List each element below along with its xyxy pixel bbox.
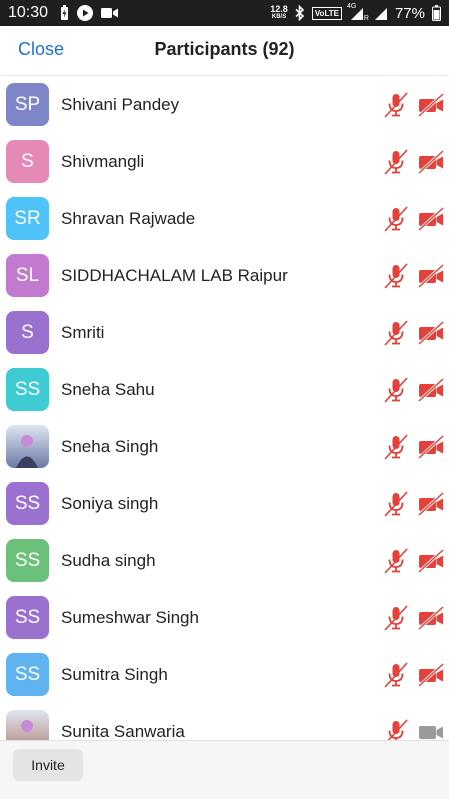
network-speed-value: 12.8 — [270, 4, 288, 14]
avatar-initials: SP — [14, 93, 41, 115]
avatar-initials: SS — [14, 492, 41, 514]
participant-name: Smriti — [61, 322, 105, 342]
participant-row[interactable]: SS Sumeshwar Singh — [0, 589, 449, 646]
mic-muted-icon[interactable] — [382, 148, 410, 176]
avatar-initials: SS — [14, 378, 41, 400]
status-bar: 10:30 12.8 KB/S VoLTE 4G R 77% — [0, 0, 449, 26]
participant-row[interactable]: Sunita Sanwaria — [0, 703, 449, 740]
participant-row[interactable]: Sneha Singh — [0, 418, 449, 475]
volte-badge: VoLTE — [311, 6, 342, 20]
roaming-label: R — [363, 15, 369, 22]
participant-row[interactable]: S Smriti — [0, 304, 449, 361]
invite-button[interactable]: Invite — [13, 749, 83, 781]
participant-row[interactable]: SR Shravan Rajwade — [0, 190, 449, 247]
mic-muted-icon[interactable] — [382, 604, 410, 632]
avatar: SS — [6, 368, 49, 411]
participant-name: Sudha singh — [61, 550, 156, 570]
avatar: SP — [6, 83, 49, 126]
mic-muted-icon[interactable] — [382, 91, 410, 119]
participant-row[interactable]: SS Sumitra Singh — [0, 646, 449, 703]
camera-off-icon[interactable] — [417, 376, 445, 404]
participant-name: Sneha Sahu — [61, 379, 155, 399]
clock: 10:30 — [8, 4, 49, 21]
avatar: SS — [6, 653, 49, 696]
participant-row[interactable]: SL SIDDHACHALAM LAB Raipur — [0, 247, 449, 304]
video-icon — [101, 7, 119, 19]
signal-icon: 4G R — [346, 3, 369, 22]
avatar — [6, 425, 49, 468]
participant-name: Sumitra Singh — [61, 664, 168, 684]
participants-list[interactable]: SP Shivani Pandey S Shivmangli SR Shravan R… — [0, 76, 449, 740]
avatar: SS — [6, 482, 49, 525]
participant-name: Shivmangli — [61, 151, 145, 171]
avatar-initials: SL — [15, 264, 40, 286]
camera-off-icon[interactable] — [417, 490, 445, 518]
mic-muted-icon[interactable] — [382, 319, 410, 347]
camera-off-icon[interactable] — [417, 91, 445, 119]
participant-name: Soniya singh — [61, 493, 159, 513]
participant-name: Sneha Singh — [61, 436, 159, 456]
camera-off-icon[interactable] — [417, 547, 445, 575]
footer-bar: Invite — [0, 740, 449, 799]
participant-row[interactable]: S Shivmangli — [0, 133, 449, 190]
participant-row[interactable]: SP Shivani Pandey — [0, 76, 449, 133]
avatar: SS — [6, 539, 49, 582]
play-icon — [77, 5, 94, 21]
battery-percentage: 77% — [394, 4, 425, 22]
avatar-initials: SS — [14, 606, 41, 628]
mic-muted-icon[interactable] — [382, 718, 410, 740]
avatar: SS — [6, 596, 49, 639]
network-speed-unit: KB/S — [271, 14, 287, 20]
camera-off-icon[interactable] — [417, 262, 445, 290]
camera-off-icon[interactable] — [417, 661, 445, 689]
participant-name: Sunita Sanwaria — [61, 721, 185, 741]
participant-name: Sumeshwar Singh — [61, 607, 199, 627]
page-title: Participants (92) — [154, 39, 295, 59]
mic-muted-icon[interactable] — [382, 433, 410, 461]
avatar-initials: SR — [14, 207, 41, 229]
participant-name: Shravan Rajwade — [61, 208, 196, 228]
participant-row[interactable]: SS Sudha singh — [0, 532, 449, 589]
avatar: SR — [6, 197, 49, 240]
participant-row[interactable]: SS Soniya singh — [0, 475, 449, 532]
avatar-initials: S — [21, 321, 34, 343]
avatar: SL — [6, 254, 49, 297]
mic-muted-icon[interactable] — [382, 661, 410, 689]
mic-muted-icon[interactable] — [382, 376, 410, 404]
camera-off-icon[interactable] — [417, 148, 445, 176]
mic-muted-icon[interactable] — [382, 547, 410, 575]
mic-muted-icon[interactable] — [382, 490, 410, 518]
camera-off-icon[interactable] — [417, 433, 445, 461]
participants-header: Close Participants (92) — [0, 26, 449, 76]
avatar — [6, 710, 49, 740]
camera-off-icon[interactable] — [417, 319, 445, 347]
battery-icon — [432, 5, 441, 21]
network-speed: 12.8 KB/S — [270, 5, 288, 21]
signal-network-label: 4G — [346, 3, 357, 10]
signal-icon — [374, 5, 388, 21]
avatar-initials: S — [21, 150, 34, 172]
avatar-initials: SS — [14, 663, 41, 685]
avatar: S — [6, 311, 49, 354]
bluetooth-icon — [295, 5, 305, 21]
battery-charging-icon — [60, 5, 69, 21]
camera-icon[interactable] — [417, 718, 445, 741]
camera-off-icon[interactable] — [417, 604, 445, 632]
mic-muted-icon[interactable] — [382, 205, 410, 233]
participant-row[interactable]: SS Sneha Sahu — [0, 361, 449, 418]
avatar-initials: SS — [14, 549, 41, 571]
participant-name: SIDDHACHALAM LAB Raipur — [61, 265, 288, 285]
mic-muted-icon[interactable] — [382, 262, 410, 290]
camera-off-icon[interactable] — [417, 205, 445, 233]
participant-name: Shivani Pandey — [61, 94, 180, 114]
avatar: S — [6, 140, 49, 183]
